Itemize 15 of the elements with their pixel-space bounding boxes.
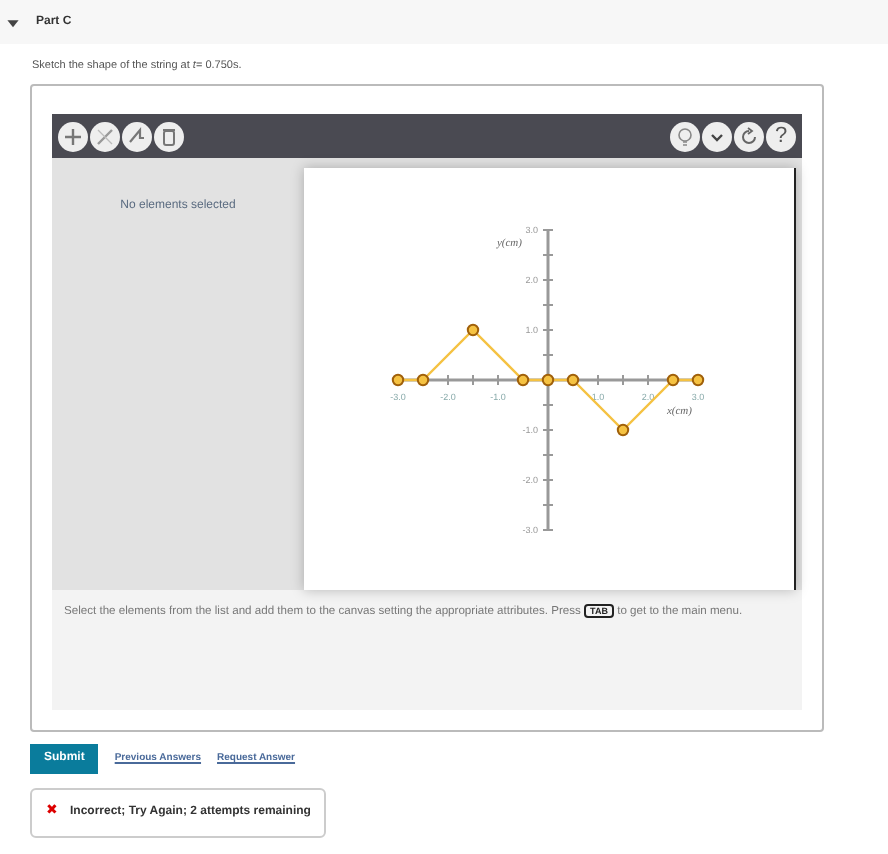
add-icon: [62, 125, 84, 148]
wand-button[interactable]: [122, 121, 152, 152]
point-handle[interactable]: [616, 424, 630, 437]
point-handle[interactable]: [466, 324, 480, 337]
add-button[interactable]: [58, 121, 88, 152]
wand-icon: [126, 125, 148, 148]
reset-icon: [738, 125, 760, 148]
help-button[interactable]: ?: [766, 121, 796, 152]
reset-button[interactable]: [734, 121, 764, 152]
caret-icon[interactable]: [6, 15, 20, 29]
chevron-down-button[interactable]: [702, 121, 732, 152]
trash-button[interactable]: [154, 121, 184, 152]
lightbulb-button[interactable]: [670, 121, 700, 152]
lightbulb-icon: [674, 125, 696, 148]
trash-icon: [158, 125, 180, 148]
